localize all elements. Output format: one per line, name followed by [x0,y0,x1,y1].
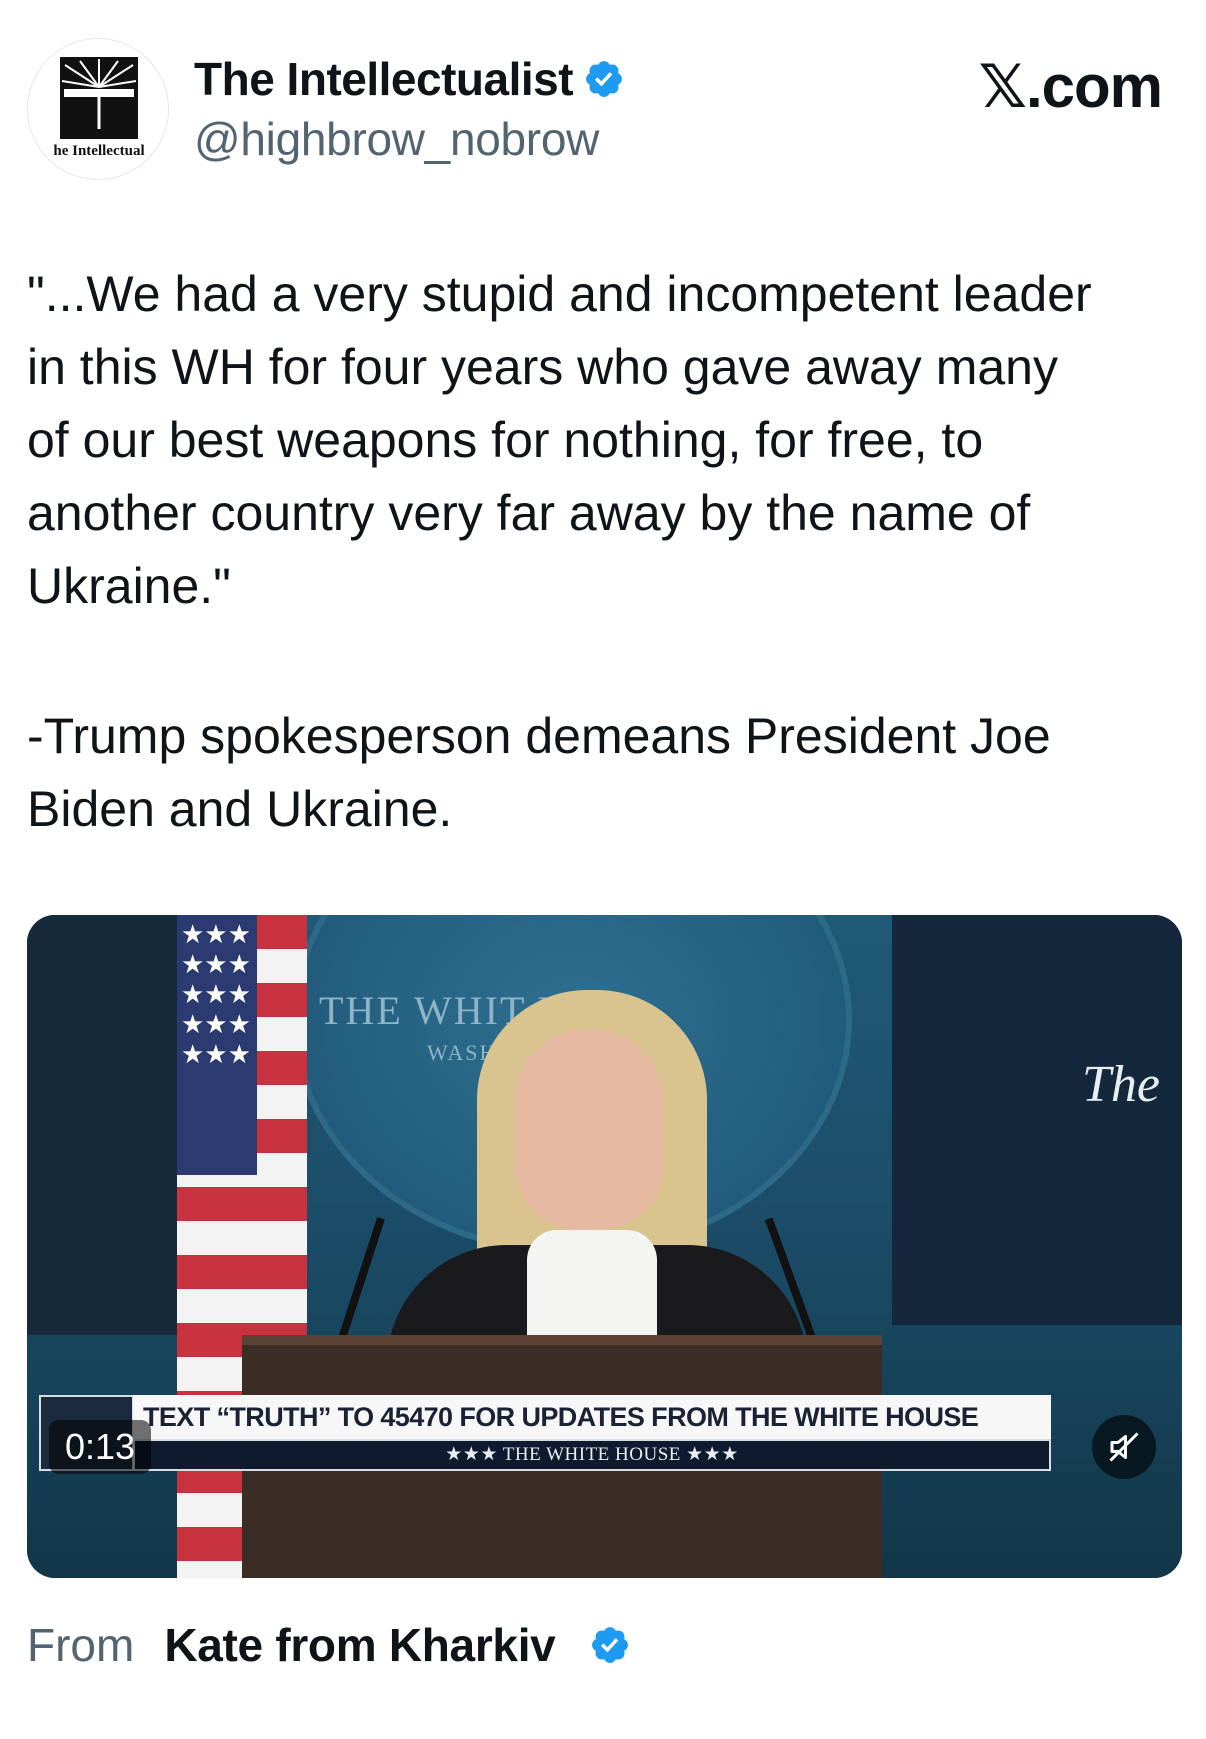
avatar-logo-text: he Intellectual [53,143,145,159]
chyron-subline: ★★★ THE WHITE HOUSE ★★★ [133,1439,1051,1471]
chyron-headline: TEXT “TRUTH” TO 45470 FOR UPDATES FROM T… [133,1395,1051,1439]
video-chyron: TEXT “TRUTH” TO 45470 FOR UPDATES FROM T… [39,1395,1051,1471]
tweet-body: "...We had a very stupid and incompetent… [27,258,1187,623]
author-name-row[interactable]: The Intellectualist [194,52,625,106]
video-player[interactable]: THE WHIT USE WASHI The ★★★★★★★★★★★★★★★ T… [27,915,1182,1578]
from-label: From [27,1619,135,1671]
tweet-attribution-text: -Trump spokesperson demeans President Jo… [27,708,1051,837]
tweet-quote: "...We had a very stupid and incompetent… [27,266,1092,614]
side-screen-text: The [1082,1056,1160,1113]
author-display-name[interactable]: The Intellectualist [194,52,574,106]
verified-badge-icon [586,61,622,97]
video-backdrop-panel-right [892,915,1182,1325]
verified-badge-icon [592,1627,629,1663]
video-backdrop-panel-left [27,915,197,1335]
video-timestamp: 0:13 [49,1420,152,1474]
from-source-row[interactable]: From Kate from Kharkiv [27,1618,631,1672]
author-handle[interactable]: @highbrow_nobrow [194,112,599,166]
from-account-name[interactable]: Kate from Kharkiv [164,1618,555,1672]
tweet-attribution: -Trump spokesperson demeans President Jo… [27,700,1187,846]
mute-toggle-button[interactable] [1092,1415,1156,1479]
speaker-face [515,1030,663,1230]
avatar-logo-image [60,57,138,139]
x-brand-logo: 𝕏.com [978,53,1163,120]
muted-speaker-icon [1109,1432,1139,1462]
account-avatar[interactable]: he Intellectual [27,38,169,180]
flag-stars: ★★★★★★★★★★★★★★★ [177,915,257,1175]
